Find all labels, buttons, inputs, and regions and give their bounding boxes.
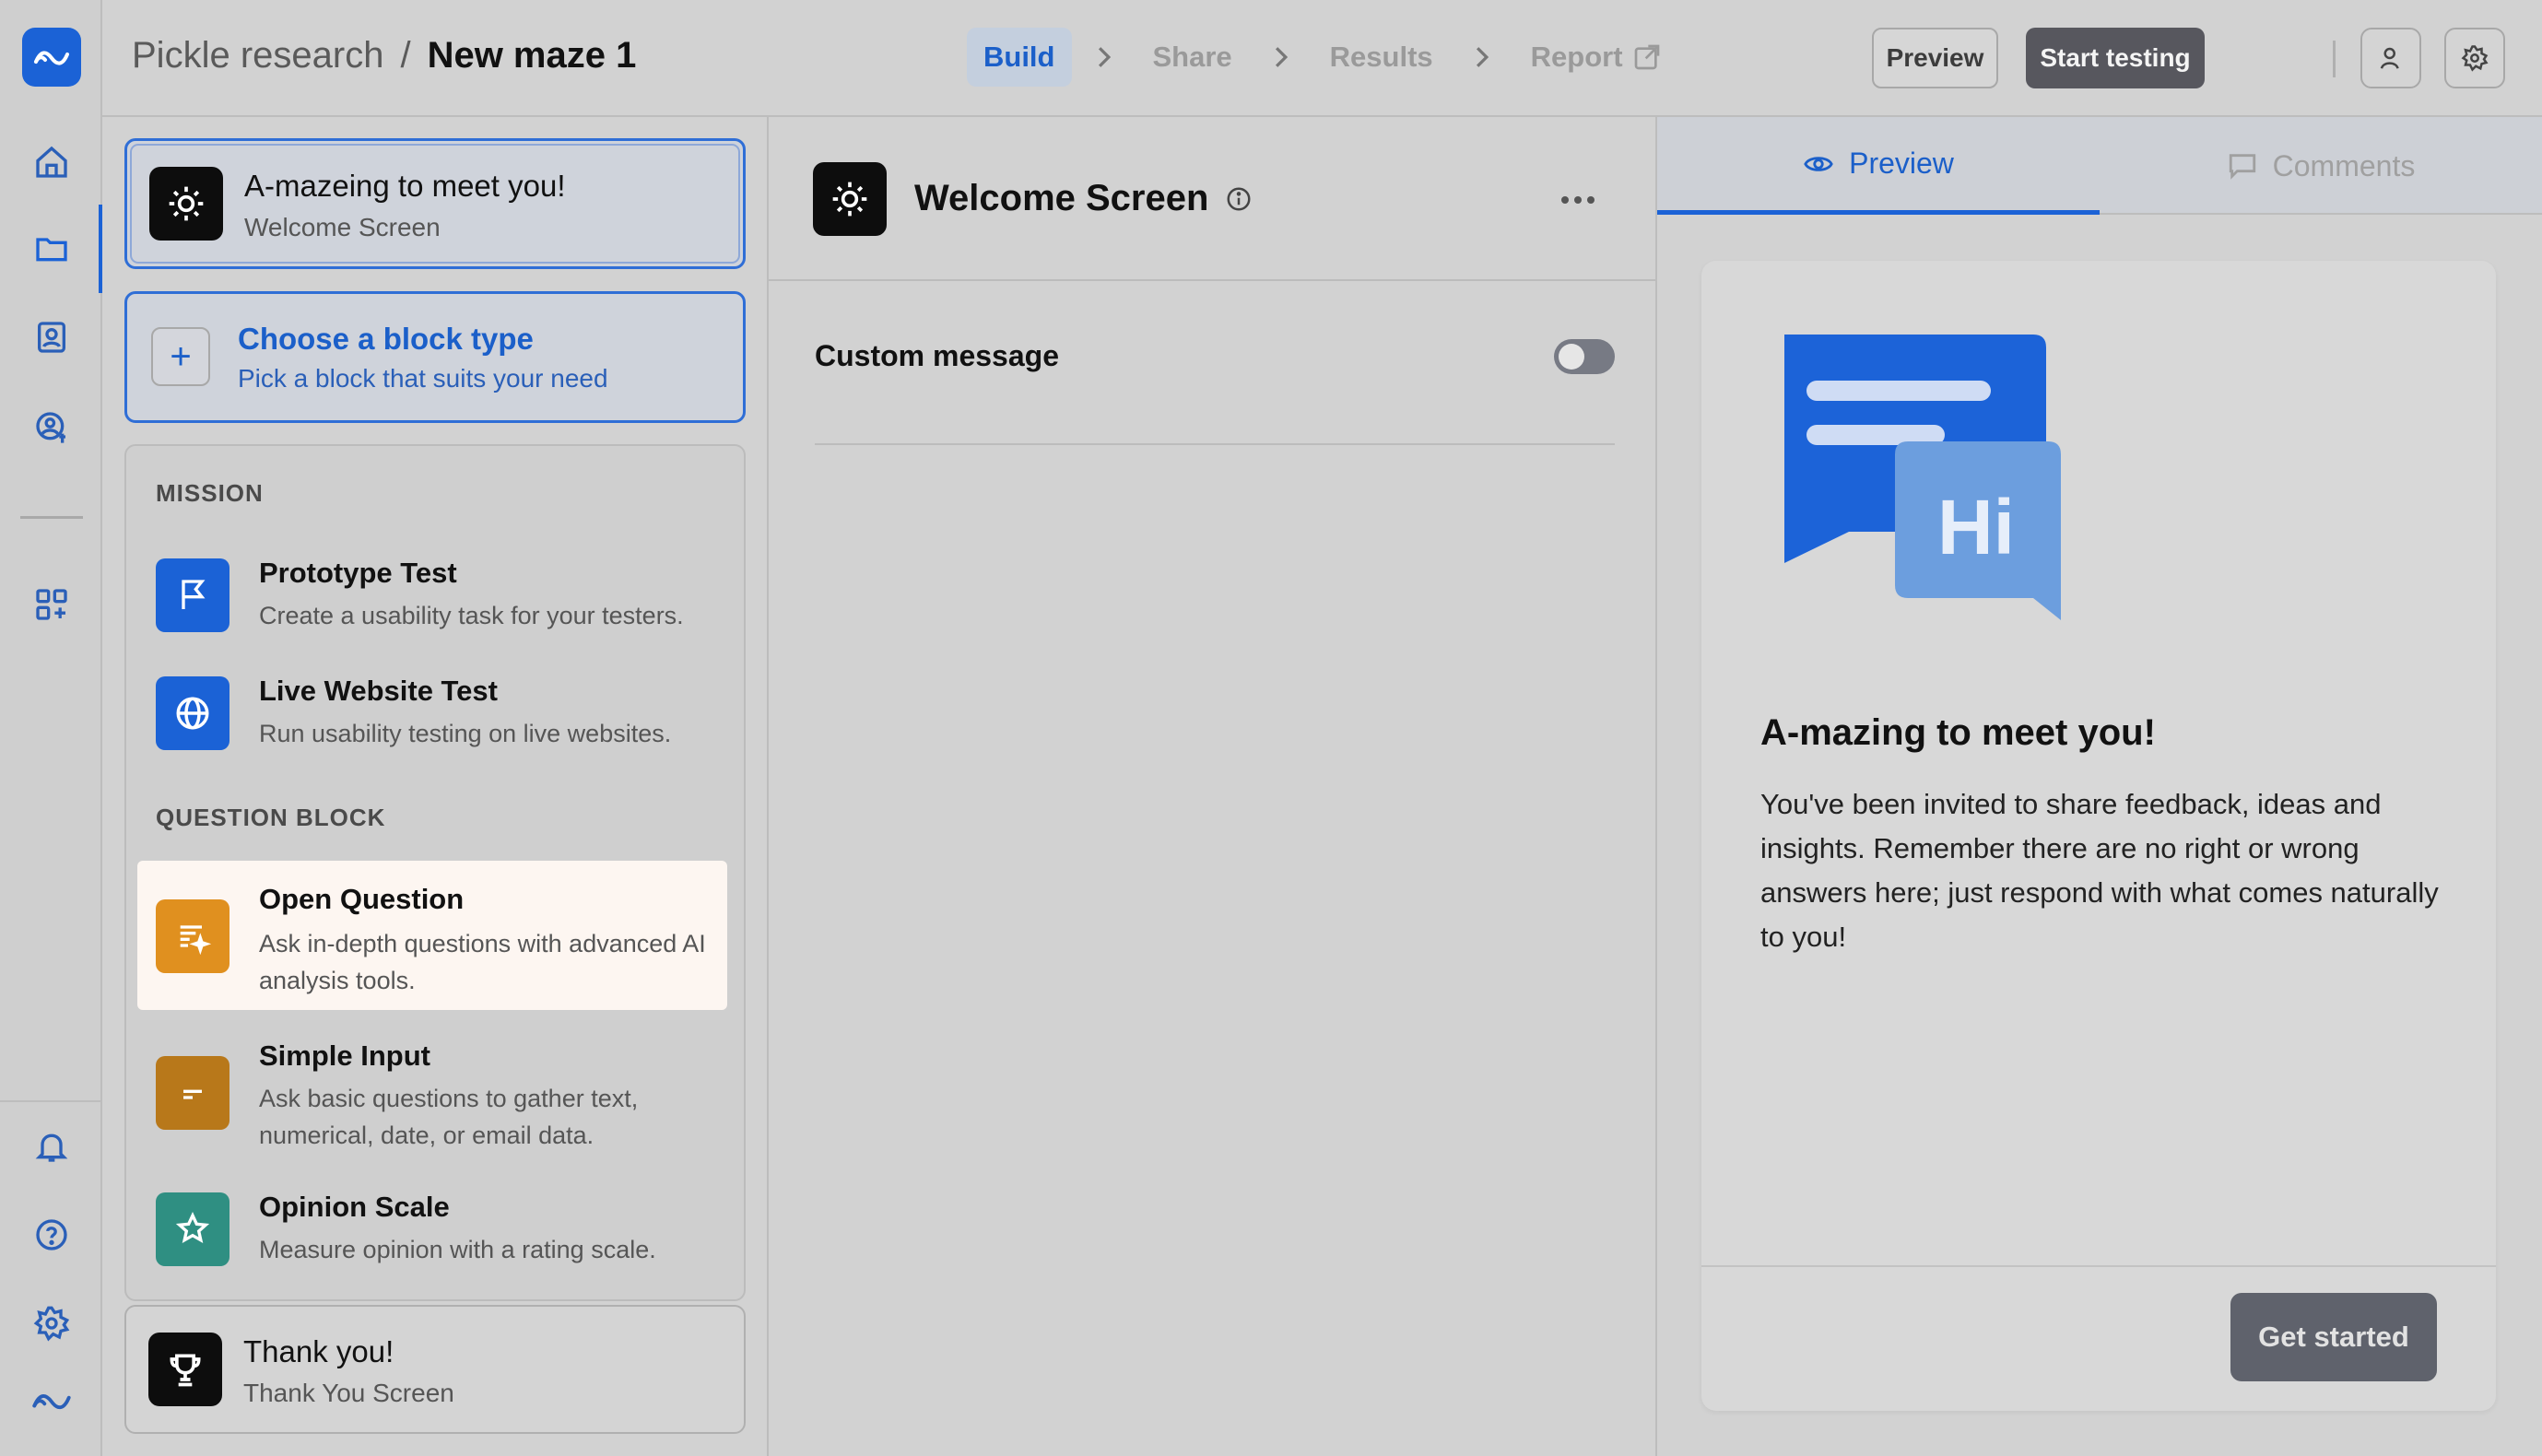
tab-preview[interactable]: Preview [1657,117,2100,215]
bell-icon[interactable] [28,1122,76,1170]
right-panel: Preview Comments Hi A-mazing to meet you… [1657,117,2542,1456]
maze-logo-icon[interactable] [22,28,81,87]
trophy-icon [148,1333,222,1406]
divider [815,443,1615,445]
step-share[interactable]: Share [1136,28,1249,87]
rail-bottom-divider [0,1100,102,1102]
right-tabs: Preview Comments [1657,117,2542,215]
toggle-knob [1559,344,1584,370]
block-title: Live Website Test [259,675,498,707]
block-editor: Welcome Screen Custom message [767,117,1657,1456]
plus-icon: + [151,327,210,386]
more-options-icon[interactable] [1561,196,1595,204]
maze-settings-icon[interactable] [2444,28,2505,88]
block-title: Opinion Scale [259,1191,450,1223]
chevron-right-icon [1072,45,1136,69]
breadcrumb-maze-name[interactable]: New maze 1 [428,35,637,76]
contacts-icon[interactable] [28,313,76,361]
sun-icon [149,167,223,241]
block-simple-input[interactable]: Simple Input Ask basic questions to gath… [137,1019,727,1167]
thank-you-subtitle: Thank You Screen [243,1379,454,1407]
preview-card: Hi A-mazing to meet you! You've been inv… [1701,261,2496,1411]
preview-body: You've been invited to share feedback, i… [1760,788,2439,953]
chevron-right-icon [1249,45,1313,69]
custom-message-toggle[interactable] [1554,339,1615,374]
block-title: Simple Input [259,1039,430,1072]
info-icon[interactable] [1225,185,1253,213]
external-link-icon [1634,44,1659,70]
chevron-right-icon [1450,45,1514,69]
welcome-block-card[interactable]: A-mazeing to meet you! Welcome Screen [124,138,746,269]
thank-you-block-card[interactable]: Thank you! Thank You Screen [124,1305,746,1434]
maze-brand-icon [28,1377,76,1425]
step-report[interactable]: Report [1514,28,1678,87]
sun-icon [813,162,887,236]
custom-message-label: Custom message [815,339,1059,372]
chat-bubble-illustration: Hi [1766,325,2070,620]
block-prototype-test[interactable]: Prototype Test Create a usability task f… [137,544,727,654]
folder-icon[interactable] [28,225,76,273]
thank-you-title: Thank you! [243,1334,394,1368]
get-started-button[interactable]: Get started [2230,1293,2437,1381]
preview-button[interactable]: Preview [1872,28,1998,88]
block-title: Open Question [259,883,465,915]
preview-title: A-mazing to meet you! [1760,712,2156,753]
start-testing-button[interactable]: Start testing [2026,28,2205,88]
mission-header: MISSION [156,479,264,507]
home-icon[interactable] [28,138,76,186]
breadcrumb-project[interactable]: Pickle research [132,35,383,76]
tab-comments-label: Comments [2272,148,2416,182]
panel-icon[interactable] [28,404,76,452]
step-report-label: Report [1530,41,1623,73]
integrations-icon[interactable] [28,581,76,628]
editor-title-text: Welcome Screen [914,178,1209,218]
star-icon [156,1192,229,1266]
breadcrumb-separator: / [400,35,411,76]
question-block-header: QUESTION BLOCK [156,804,386,831]
comment-icon [2229,154,2255,180]
user-access-icon[interactable] [2360,28,2421,88]
tab-comments[interactable]: Comments [2100,117,2542,215]
editor-title: Welcome Screen [914,178,1253,219]
step-build[interactable]: Build [967,28,1072,87]
tab-preview-label: Preview [1849,147,1954,180]
help-icon[interactable] [28,1211,76,1259]
block-library: MISSION Prototype Test Create a usabilit… [124,444,746,1301]
block-open-question[interactable]: Open Question Ask in-depth questions wit… [137,861,727,1010]
step-nav: Build Share Results Report [967,28,1678,87]
settings-icon[interactable] [28,1299,76,1347]
globe-icon [156,676,229,750]
block-description: Run usability testing on live websites. [259,720,672,747]
rail-divider [20,516,83,519]
choose-block-card[interactable]: + Choose a block type Pick a block that … [124,291,746,423]
preview-divider [1701,1265,2496,1267]
block-live-website-test[interactable]: Live Website Test Run usability testing … [137,662,727,772]
block-description: Ask in-depth questions with advanced AI … [259,930,706,994]
active-indicator [99,205,102,293]
eye-icon [1804,156,1833,171]
left-rail [0,0,102,1456]
block-opinion-scale[interactable]: Opinion Scale Measure opinion with a rat… [137,1174,727,1285]
ai-text-icon [156,899,229,973]
flag-icon [156,558,229,632]
choose-block-title: Choose a block type [238,322,534,356]
step-results[interactable]: Results [1313,28,1450,87]
top-bar: Pickle research / New maze 1 Build Share… [102,0,2542,117]
choose-block-subtitle: Pick a block that suits your need [238,364,608,393]
editor-header: Welcome Screen [769,117,1655,281]
welcome-block-subtitle: Welcome Screen [244,213,441,241]
svg-text:Hi: Hi [1937,484,2015,570]
input-line-icon [156,1056,229,1130]
breadcrumb: Pickle research / New maze 1 [132,35,636,76]
block-description: Ask basic questions to gather text, nume… [259,1085,639,1149]
welcome-block-title: A-mazeing to meet you! [244,169,566,203]
block-description: Create a usability task for your testers… [259,602,684,629]
block-description: Measure opinion with a rating scale. [259,1236,656,1263]
block-title: Prototype Test [259,557,457,589]
toolbar-divider [2333,41,2336,77]
